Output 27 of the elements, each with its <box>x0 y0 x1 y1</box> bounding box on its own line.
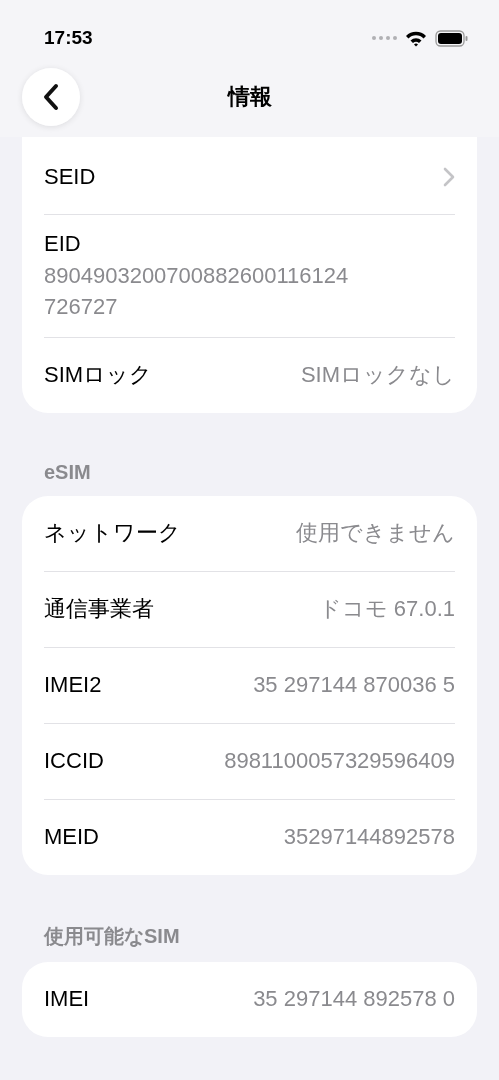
row-value: 35 297144 892578 0 <box>253 986 455 1013</box>
row-value: ドコモ 67.0.1 <box>318 595 455 624</box>
row-label: ICCID <box>44 748 104 775</box>
row-value: SIMロックなし <box>300 361 455 390</box>
battery-icon <box>435 29 469 47</box>
row-label: IMEI2 <box>44 672 102 699</box>
signal-dots-icon <box>371 35 397 41</box>
section-header: 使用可能なSIM <box>43 923 181 949</box>
back-button[interactable] <box>22 68 80 126</box>
chevron-icon <box>443 166 455 187</box>
row-value: 35 297144 870036 5 <box>253 672 455 699</box>
row-value: 8904903200700882600116124726727 <box>44 262 350 321</box>
row-value: 使用できません <box>296 519 455 548</box>
wifi-icon <box>405 29 427 47</box>
nav-title: 情報 <box>227 83 272 111</box>
status-time: 17:53 <box>44 27 93 49</box>
row-label: ネットワーク <box>44 519 181 548</box>
row-label: 通信事業者 <box>44 595 154 624</box>
row-label: EID <box>44 231 81 257</box>
back-icon <box>42 83 60 111</box>
row-label[interactable]: SEID <box>44 163 96 190</box>
row-value: 8981100057329596409 <box>224 748 455 775</box>
row-label: IMEI <box>44 986 90 1013</box>
section-header: eSIM <box>43 459 92 485</box>
row-label: SIMロック <box>44 361 153 390</box>
row-value: 35297144892578 <box>283 824 455 851</box>
row-label: MEID <box>44 824 99 851</box>
